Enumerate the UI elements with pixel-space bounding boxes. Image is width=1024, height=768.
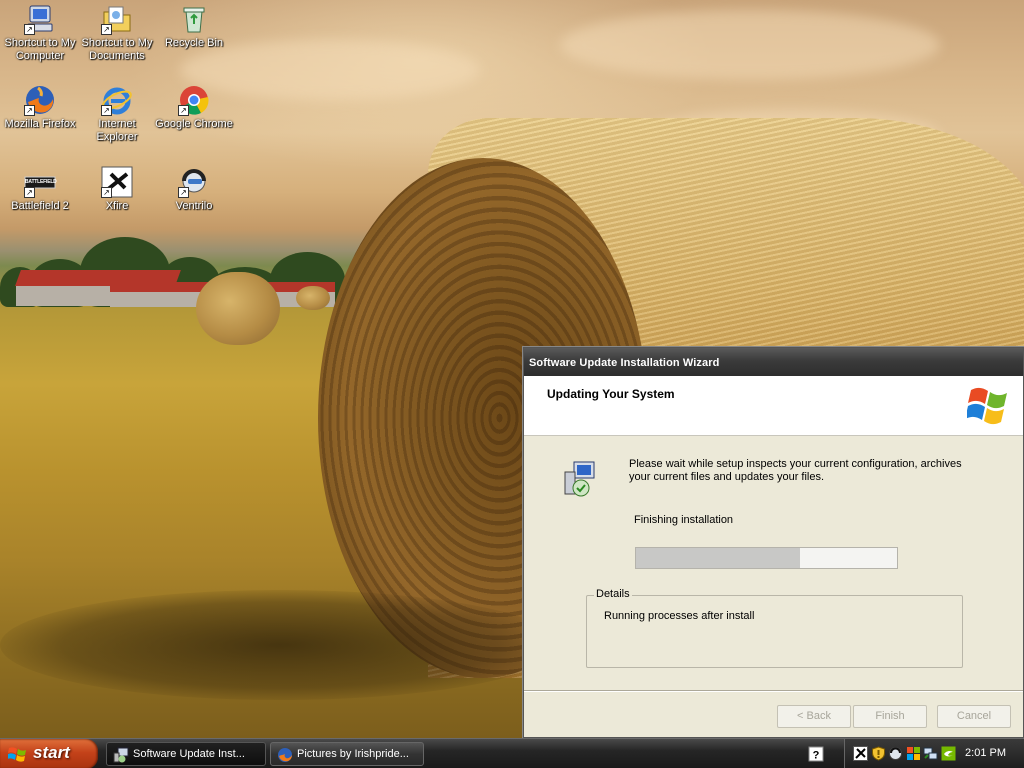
- chrome-icon: ↗: [178, 84, 210, 116]
- windows-logo-icon: [965, 382, 1013, 428]
- battlefield-icon: BATTLEFIELD ↗: [24, 176, 57, 198]
- xfire-tray-icon[interactable]: [853, 746, 868, 761]
- desktop-icon-firefox[interactable]: ↗ Mozilla Firefox: [0, 84, 80, 131]
- details-text: Running processes after install: [604, 610, 755, 622]
- cancel-button[interactable]: Cancel: [937, 705, 1011, 728]
- clock[interactable]: 2:01 PM: [965, 747, 1006, 759]
- small-hay-bale: [196, 272, 280, 345]
- software-update-wizard: Software Update Installation Wizard Upda…: [523, 347, 1024, 738]
- xfire-icon: ↗: [101, 166, 133, 198]
- wizard-titlebar[interactable]: Software Update Installation Wizard: [524, 348, 1023, 376]
- wizard-header-title: Updating Your System: [547, 387, 675, 401]
- install-status: Finishing installation: [634, 514, 734, 526]
- finish-button[interactable]: Finish: [853, 705, 927, 728]
- desktop-icon-ventrilo[interactable]: ↗ Ventrilo: [154, 166, 234, 213]
- desktop-icon-internet-explorer[interactable]: ↗ Internet Explorer: [77, 84, 157, 144]
- bale-shadow: [0, 590, 560, 700]
- details-label: Details: [594, 588, 632, 600]
- ventrilo-icon: ↗: [178, 166, 210, 198]
- taskbar: start Software Update Inst... Pictures b…: [0, 738, 1024, 768]
- wizard-separator: [524, 690, 1023, 692]
- taskbar-item-firefox[interactable]: Pictures by Irishpride...: [270, 742, 424, 766]
- security-shield-icon[interactable]: [871, 746, 886, 761]
- windows-flag-icon: [7, 745, 28, 763]
- system-tray: 2:01 PM: [844, 739, 1024, 768]
- my-documents-icon: ↗: [101, 3, 133, 35]
- wizard-message: Please wait while setup inspects your cu…: [629, 458, 962, 483]
- install-progress-bar: [635, 547, 898, 569]
- cloud: [560, 10, 940, 80]
- desktop-icon-google-chrome[interactable]: ↗ Google Chrome: [154, 84, 234, 131]
- wizard-body: Please wait while setup inspects your cu…: [524, 436, 1023, 690]
- my-computer-icon: ↗: [24, 3, 56, 35]
- taskbar-item-software-update[interactable]: Software Update Inst...: [106, 742, 266, 766]
- desktop-icon-my-documents[interactable]: ↗ Shortcut to My Documents: [77, 3, 157, 63]
- ventrilo-tray-icon[interactable]: [888, 746, 903, 761]
- network-tray-icon[interactable]: [923, 746, 938, 761]
- desktop-icon-my-computer[interactable]: ↗ Shortcut to My Computer: [0, 3, 80, 63]
- start-button[interactable]: start: [0, 739, 98, 768]
- desktop-icon-battlefield-2[interactable]: BATTLEFIELD ↗ Battlefield 2: [0, 166, 80, 213]
- firefox-icon: ↗: [24, 84, 56, 116]
- software-update-icon: [113, 747, 129, 763]
- desktop-icon-recycle-bin[interactable]: Recycle Bin: [154, 3, 234, 50]
- nvidia-tray-icon[interactable]: [941, 746, 956, 761]
- windows-update-tray-icon[interactable]: [906, 746, 921, 761]
- back-button[interactable]: < Back: [777, 705, 851, 728]
- firefox-icon: [277, 747, 293, 763]
- help-icon[interactable]: ?: [808, 746, 824, 762]
- desktop-icon-xfire[interactable]: ↗ Xfire: [77, 166, 157, 213]
- internet-explorer-icon: ↗: [101, 84, 133, 116]
- recycle-bin-icon: [178, 3, 210, 35]
- wizard-header: Updating Your System: [524, 376, 1023, 436]
- details-group: Details Running processes after install: [586, 588, 963, 668]
- start-label: start: [33, 743, 70, 762]
- setup-computer-icon: [562, 460, 598, 498]
- install-progress-fill: [636, 548, 801, 568]
- wizard-title: Software Update Installation Wizard: [529, 357, 720, 369]
- svg-text:?: ?: [813, 750, 820, 762]
